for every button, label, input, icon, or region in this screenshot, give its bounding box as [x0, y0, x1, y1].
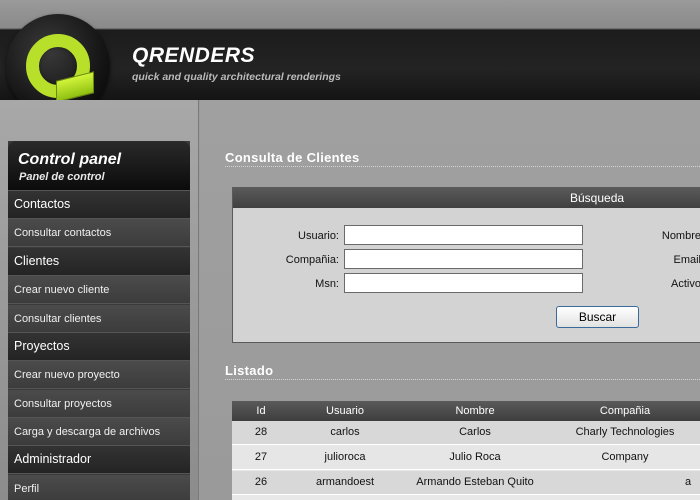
column-header-id[interactable]: Id: [232, 405, 290, 417]
clients-table: Id Usuario Nombre Compañia 28 carlos Car…: [232, 401, 700, 500]
sidebar-item-crear-nuevo-proyecto[interactable]: Crear nuevo proyecto: [8, 361, 190, 389]
sidebar-item-consultar-clientes[interactable]: Consultar clientes: [8, 305, 190, 333]
sidebar-section-administrador: Administrador: [8, 446, 190, 474]
sidebar-item-perfil[interactable]: Perfil: [8, 475, 190, 500]
usuario-input[interactable]: [344, 225, 583, 245]
cell-usuario: armandoest: [315, 476, 375, 488]
usuario-label: Usuario:: [298, 230, 339, 242]
msn-label: Msn:: [315, 278, 339, 290]
email-label: Email: [673, 254, 700, 266]
cell-nombre: Carlos: [459, 426, 491, 438]
cell-compania: a: [685, 476, 692, 488]
activo-label: Activo: [671, 278, 700, 290]
control-panel-subtitle: Panel de control: [19, 171, 105, 183]
msn-input[interactable]: [344, 273, 583, 293]
table-row[interactable]: 27 julioroca Julio Roca Company: [232, 446, 700, 470]
cell-compania: Company: [601, 451, 649, 463]
cell-id: 27: [254, 451, 268, 463]
buscar-button[interactable]: Buscar: [556, 306, 639, 328]
table-header: Id Usuario Nombre Compañia: [232, 401, 700, 421]
header: QRENDERS quick and quality architectural…: [0, 0, 700, 118]
control-panel-title: Control panel: [18, 151, 122, 168]
table-row[interactable]: 26 armandoest Armando Esteban Quito a: [232, 471, 700, 495]
cell-id: 26: [254, 476, 268, 488]
sidebar-item-carga-descarga-archivos[interactable]: Carga y descarga de archivos: [8, 418, 190, 446]
cell-id: 28: [254, 426, 268, 438]
cell-usuario: carlos: [330, 426, 360, 438]
search-panel-title: Búsqueda: [570, 191, 625, 205]
column-header-usuario[interactable]: Usuario: [290, 405, 400, 417]
cell-nombre: Armando Esteban Quito: [416, 476, 534, 488]
sidebar-section-proyectos: Proyectos: [8, 333, 190, 361]
sidebar-item-consultar-proyectos[interactable]: Consultar proyectos: [8, 390, 190, 418]
brand-subtitle: quick and quality architectural renderin…: [132, 71, 341, 83]
sidebar: Control panel Panel de control Contactos…: [8, 141, 190, 500]
page-title-divider: [225, 166, 700, 167]
column-header-nombre[interactable]: Nombre: [400, 405, 550, 417]
listing-title-divider: [225, 379, 700, 380]
page-title: Consulta de Clientes: [225, 150, 360, 165]
brand-title: QRENDERS: [132, 44, 256, 67]
sidebar-section-contactos: Contactos: [8, 191, 190, 219]
search-panel: Búsqueda Usuario: Compañia: Msn: Nombre …: [232, 187, 700, 343]
nombre-label: Nombre: [661, 230, 700, 242]
listing-title: Listado: [225, 363, 274, 378]
column-header-compania[interactable]: Compañia: [550, 405, 700, 417]
sidebar-item-crear-nuevo-cliente[interactable]: Crear nuevo cliente: [8, 276, 190, 304]
cell-compania: Charly Technologies: [575, 426, 675, 438]
sidebar-section-clientes: Clientes: [8, 248, 190, 276]
compania-input[interactable]: [344, 249, 583, 269]
search-panel-header: Búsqueda: [233, 188, 700, 208]
control-panel-header: Control panel Panel de control: [8, 141, 190, 191]
cell-usuario: julioroca: [324, 451, 366, 463]
cell-nombre: Julio Roca: [449, 451, 501, 463]
table-row[interactable]: 28 carlos Carlos Charly Technologies: [232, 421, 700, 445]
sidebar-item-consultar-contactos[interactable]: Consultar contactos: [8, 219, 190, 247]
compania-label: Compañia:: [285, 254, 339, 266]
